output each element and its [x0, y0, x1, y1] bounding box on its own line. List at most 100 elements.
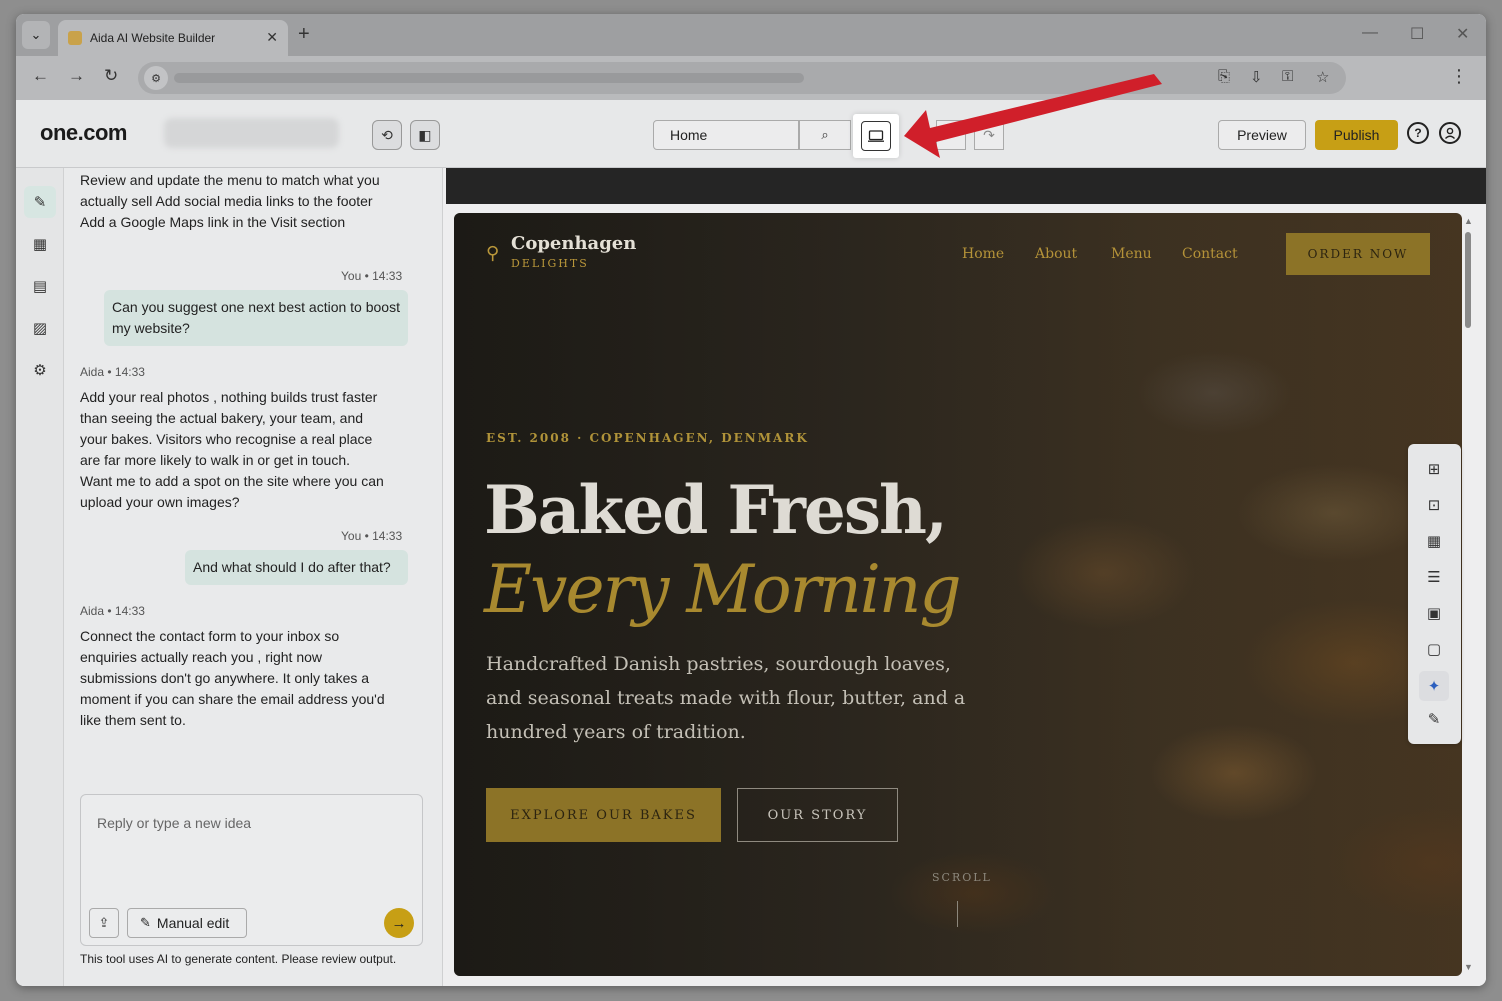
browser-tab[interactable]: Aida AI Website Builder ✕ [58, 20, 288, 56]
widget-ai[interactable]: ✦ [1419, 671, 1449, 701]
website-preview[interactable]: ⚲ Copenhagen DELIGHTS Home About Menu Co… [454, 213, 1462, 976]
message-meta: Aida • 14:33 [80, 604, 145, 618]
brand-logo[interactable]: one.com [40, 120, 127, 146]
rail-calendar[interactable]: ▤ [24, 270, 56, 302]
scroll-hint: SCROLL [932, 871, 992, 884]
desktop-view-button[interactable] [853, 114, 899, 158]
store-icon: ▦ [1426, 533, 1442, 550]
message-meta: You • 14:33 [341, 529, 403, 543]
order-now-button[interactable]: ORDER NOW [1286, 233, 1430, 275]
help-icon[interactable]: ? [1407, 122, 1429, 144]
close-window-button[interactable]: ✕ [1456, 24, 1469, 44]
hero-subtitle: Handcrafted Danish pastries, sourdough l… [486, 653, 966, 743]
favicon-icon [68, 31, 82, 45]
blurred-url [174, 73, 804, 83]
ai-message: Review and update the menu to match what… [80, 172, 380, 230]
pencil-icon: ✎ [140, 915, 151, 930]
reply-input[interactable]: Reply or type a new idea ⇪ ✎ Manual edit… [80, 794, 423, 946]
widget-edit[interactable]: ✎ [1419, 704, 1449, 734]
site-info-icon[interactable]: ⚙ [144, 66, 168, 90]
minimize-button[interactable]: — [1362, 24, 1378, 42]
hero-eyebrow: EST. 2008 · COPENHAGEN, DENMARK [486, 431, 809, 445]
panel-icon: ◧ [418, 126, 432, 143]
history-button[interactable]: ⟲ [372, 120, 402, 150]
site-tagline: DELIGHTS [511, 257, 589, 270]
site-nav-about[interactable]: About [1035, 246, 1077, 262]
history-icon: ⟲ [381, 126, 393, 143]
widget-layout[interactable]: ⊞ [1419, 454, 1449, 484]
tab-title: Aida AI Website Builder [90, 31, 216, 45]
chat-history[interactable]: Review and update the menu to match what… [64, 168, 442, 768]
send-button[interactable]: → [384, 908, 414, 938]
laptop-icon [861, 121, 891, 151]
toggle-panel-button[interactable]: ◧ [410, 120, 440, 150]
site-nav-contact[interactable]: Contact [1182, 246, 1238, 262]
new-tab-button[interactable]: + [298, 23, 310, 46]
settings-icon: ⚙ [33, 362, 47, 379]
message-meta: You • 14:33 [341, 269, 403, 283]
ai-edit-icon: ✎ [33, 194, 47, 211]
search-page-icon: ⌕ [821, 127, 829, 142]
analytics-icon: ▨ [32, 320, 48, 337]
upload-icon: ⇪ [98, 915, 110, 930]
canvas-top-strip [446, 168, 1486, 204]
upload-button[interactable]: ⇪ [89, 908, 119, 938]
site-nav-home[interactable]: Home [962, 246, 1004, 262]
widget-contact[interactable]: ▢ [1419, 634, 1449, 664]
canvas-scroll-thumb[interactable] [1465, 232, 1471, 328]
pencil-icon: ✎ [1427, 711, 1441, 728]
preview-button[interactable]: Preview [1218, 120, 1306, 150]
rail-store[interactable]: ▦ [24, 228, 56, 260]
site-nav-menu[interactable]: Menu [1111, 246, 1152, 262]
canvas-scroll-up-icon[interactable]: ▲ [1464, 216, 1473, 226]
widget-briefcase[interactable]: ⊡ [1419, 490, 1449, 520]
browser-menu-icon[interactable]: ⋮ [1450, 66, 1468, 87]
user-message: Can you suggest one next best action to … [104, 290, 408, 346]
widget-text[interactable]: ☰ [1419, 562, 1449, 592]
browser-toolbar: ← → ↻ ⚙ ⎘ ⇩ ⚿ ☆ ⋮ [16, 56, 1486, 100]
section-tools-bar: ⊞ ⊡ ▦ ☰ ▣ ▢ ✦ ✎ [1408, 444, 1461, 744]
reload-button[interactable]: ↻ [104, 66, 118, 86]
store-icon: ▦ [32, 236, 48, 253]
close-tab-icon[interactable]: ✕ [266, 29, 278, 46]
app-header: one.com ⟲ ◧ Home ⌕ ↶ ↷ Preview Publish ? [16, 100, 1486, 168]
explore-bakes-button[interactable]: EXPLORE OUR BAKES [486, 788, 721, 842]
layout-icon: ⊞ [1427, 461, 1441, 478]
ai-disclaimer: This tool uses AI to generate content. P… [80, 952, 397, 966]
rail-ai-edit[interactable]: ✎ [24, 186, 56, 218]
rail-settings[interactable]: ⚙ [24, 354, 56, 386]
site-name[interactable]: Copenhagen [511, 233, 636, 254]
forward-button[interactable]: → [68, 66, 85, 86]
canvas-scroll-down-icon[interactable]: ▼ [1464, 962, 1473, 972]
rail-analytics[interactable]: ▨ [24, 312, 56, 344]
annotation-arrow-icon [904, 74, 1162, 158]
maximize-button[interactable]: ☐ [1410, 24, 1424, 44]
install-app-icon[interactable]: ⇩ [1250, 68, 1263, 86]
hero-headline-accent: Every Morning [484, 551, 962, 628]
translate-icon[interactable]: ⎘ [1218, 68, 1230, 85]
scroll-line [957, 901, 958, 927]
page-selector[interactable]: Home [653, 120, 799, 150]
page-search-button[interactable]: ⌕ [799, 120, 851, 150]
hero-headline: Baked Fresh, [484, 471, 948, 549]
widget-gallery[interactable]: ▣ [1419, 598, 1449, 628]
bookmark-star-icon[interactable]: ☆ [1316, 68, 1329, 86]
message-meta: Aida • 14:33 [80, 365, 145, 379]
calendar-icon: ▤ [32, 278, 48, 295]
user-message: And what should I do after that? [185, 550, 408, 585]
account-icon[interactable] [1439, 122, 1461, 144]
publish-button[interactable]: Publish [1315, 120, 1398, 150]
back-button[interactable]: ← [32, 66, 49, 86]
reply-placeholder: Reply or type a new idea [97, 815, 252, 831]
left-rail: ✎ ▦ ▤ ▨ ⚙ [16, 168, 64, 986]
our-story-button[interactable]: OUR STORY [737, 788, 898, 842]
briefcase-icon: ⊡ [1427, 497, 1441, 514]
anchor-icon: ⚲ [486, 243, 500, 263]
tab-search-button[interactable]: ⌄ [22, 21, 50, 49]
manual-edit-button[interactable]: ✎ Manual edit [127, 908, 247, 938]
password-key-icon[interactable]: ⚿ [1282, 68, 1293, 85]
ai-message: Connect the contact form to your inbox s… [80, 628, 385, 728]
tab-strip: ⌄ Aida AI Website Builder ✕ + — ☐ ✕ [16, 14, 1486, 56]
widget-store[interactable]: ▦ [1419, 526, 1449, 556]
arrow-right-icon: → [391, 914, 407, 932]
